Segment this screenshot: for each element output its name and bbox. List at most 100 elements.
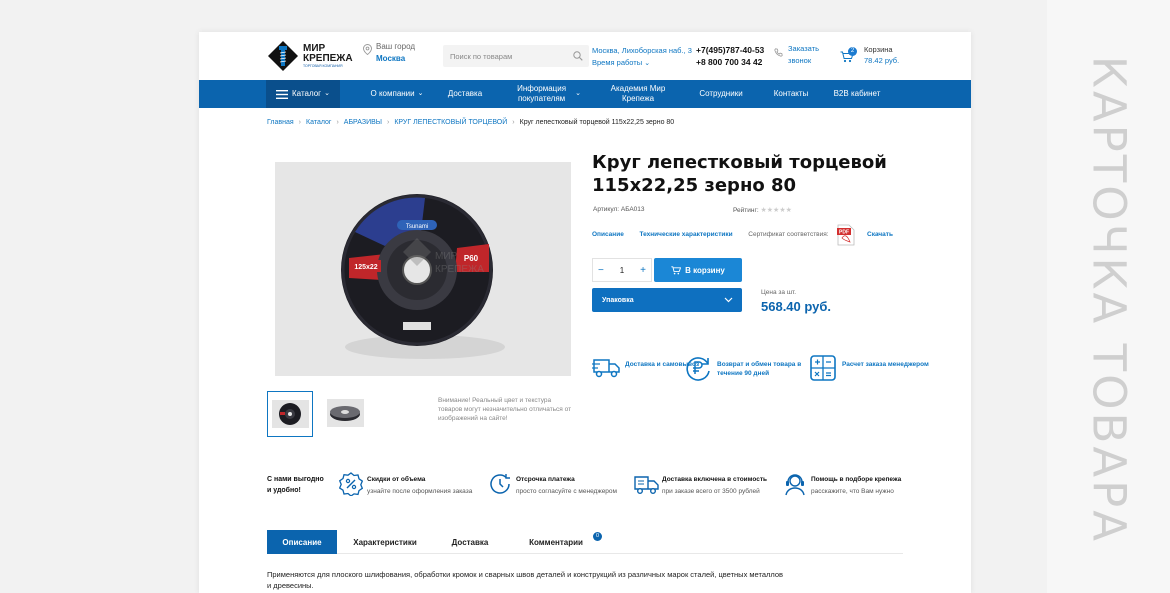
search-icon[interactable]	[573, 51, 583, 61]
article-info: Артикул: АБА013	[593, 206, 645, 213]
work-hours-link[interactable]: Время работы	[592, 58, 642, 67]
benefit-deferral-sub: просто согласуйте с менеджером	[516, 488, 618, 495]
nav-contacts[interactable]: Контакты	[765, 80, 817, 108]
image-notice: Внимание! Реальный цвет и текстура товар…	[438, 397, 572, 422]
calculator-icon	[810, 355, 836, 381]
city-value[interactable]: Москва	[376, 54, 415, 63]
cart-icon	[671, 265, 682, 274]
clock-icon	[490, 474, 510, 494]
nav-academy-label: Академия Мир Крепежа	[610, 84, 666, 103]
quantity-stepper: − 1 +	[592, 258, 652, 282]
benefit-deferral-title: Отсрочка платежа	[516, 476, 575, 483]
product-main-image[interactable]: Tsunami 125x22 P60 МИР КРЕПЕЖА	[275, 162, 571, 376]
feature-return[interactable]: Возврат и обмен товара в течение 90 дней	[684, 354, 809, 382]
svg-text:PDF: PDF	[839, 230, 849, 236]
tab-delivery[interactable]: Доставка	[435, 530, 505, 554]
download-link[interactable]: Скачать	[867, 231, 893, 238]
nav-contacts-label: Контакты	[773, 89, 809, 98]
chevron-down-icon: ⌄	[324, 90, 330, 97]
tab-description[interactable]: Описание	[267, 530, 337, 554]
nav-about-label: О компании	[370, 89, 415, 98]
thumbnail-1[interactable]	[267, 391, 313, 437]
product-title: Круг лепестковый торцевой 115х22,25 зерн…	[592, 152, 887, 196]
city-selector[interactable]: Ваш город Москва	[363, 42, 415, 63]
stage: КАРТОЧКА ТОВАРА МИР КРЕПЕЖА ТОРГОВАЯ КОМ…	[0, 0, 1170, 593]
benefit-discount-title: Скидки от объема	[367, 476, 426, 483]
add-to-cart-label: В корзину	[685, 265, 725, 275]
side-caption: КАРТОЧКА ТОВАРА	[1047, 0, 1170, 593]
disc-size-text: 125x22	[354, 264, 377, 271]
callback-line1: Заказать	[788, 44, 820, 53]
packaging-select[interactable]: Упаковка	[592, 288, 742, 312]
nav-staff-label: Сотрудники	[699, 89, 743, 98]
rating-info: Рейтинг: ★★★★★	[733, 206, 792, 214]
nav-b2b-label: B2B кабинет	[833, 89, 881, 98]
watermark-line2: КРЕПЕЖА	[435, 264, 484, 275]
disc-grit-text: P60	[464, 254, 479, 263]
logo[interactable]: МИР КРЕПЕЖА ТОРГОВАЯ КОМПАНИЯ	[267, 38, 353, 74]
search-input[interactable]	[443, 45, 563, 67]
main-nav: Каталог ⌄ О компании ⌄ Доставка Информац…	[199, 80, 971, 108]
benefit-discount-sub: узнайте после оформления заказа	[367, 488, 473, 495]
packaging-label: Упаковка	[602, 296, 634, 304]
cart-count-badge: 2	[848, 47, 857, 56]
feature-calc[interactable]: Расчет заказа менеджером	[809, 354, 929, 382]
logo-line2: КРЕПЕЖА	[303, 52, 353, 64]
nav-buyers-info-label: Информация покупателям	[517, 84, 567, 103]
nav-catalog[interactable]: Каталог ⌄	[266, 80, 340, 108]
nav-staff[interactable]: Сотрудники	[689, 80, 753, 108]
feature-return-text: Возврат и обмен товара в течение 90 дней	[717, 361, 802, 377]
watermark-line1: МИР	[435, 251, 458, 262]
callback-button[interactable]: Заказать звонок	[774, 43, 819, 67]
logo-icon	[267, 40, 299, 72]
cart-button[interactable]: 2 Корзина 78.42 руб.	[840, 44, 899, 66]
store-address[interactable]: Москва, Лихоборская наб., 3 Время работы…	[592, 45, 692, 70]
truck-icon	[592, 359, 620, 378]
product-page: МИР КРЕПЕЖА ТОРГОВАЯ КОМПАНИЯ Ваш город …	[199, 32, 971, 593]
benefit-help-title: Помощь в подборе крепежа	[811, 476, 902, 483]
link-description[interactable]: Описание	[592, 231, 624, 238]
benefit-delivery-sub: при заказе всего от 3500 рублей	[662, 488, 760, 495]
search-box	[443, 45, 589, 67]
feature-calc-text: Расчет заказа менеджером	[842, 361, 929, 368]
price-value: 568.40 руб.	[761, 299, 832, 314]
nav-delivery[interactable]: Доставка	[439, 80, 491, 108]
quantity-value[interactable]: 1	[620, 266, 624, 275]
nav-buyers-info[interactable]: Информация покупателям ⌄	[511, 80, 581, 108]
support-icon	[785, 474, 805, 496]
nav-about[interactable]: О компании ⌄	[365, 80, 429, 108]
breadcrumb-home[interactable]: Главная	[267, 119, 294, 126]
rating-stars[interactable]: ★★★★★	[760, 207, 791, 214]
flap-disc-image: Tsunami 125x22 P60 МИР КРЕПЕЖА	[341, 194, 505, 359]
pdf-icon[interactable]: PDF	[837, 224, 855, 246]
star-icon[interactable]: ★	[786, 207, 792, 214]
thumbnail-2[interactable]	[323, 391, 369, 437]
add-to-cart-button[interactable]: В корзину	[654, 258, 742, 282]
plus-button[interactable]: +	[640, 265, 646, 276]
article-label: Артикул:	[593, 206, 620, 213]
city-label: Ваш город	[376, 42, 416, 51]
breadcrumb-catalog[interactable]: Каталог	[306, 119, 331, 126]
breadcrumb-category[interactable]: КРУГ ЛЕПЕСТКОВЫЙ ТОРЦЕВОЙ	[394, 119, 507, 126]
thumbnail-disc-side	[330, 406, 360, 421]
link-specs[interactable]: Технические характеристики	[639, 231, 732, 238]
breadcrumb-abrasives[interactable]: АБРАЗИВЫ	[344, 119, 382, 126]
tab-specs[interactable]: Характеристики	[343, 530, 427, 554]
nav-b2b[interactable]: B2B кабинет	[821, 80, 893, 108]
thumbnail-disc-front	[279, 403, 301, 425]
minus-button[interactable]: −	[598, 265, 604, 276]
benefit-help-sub: расскажите, что Вам нужно	[811, 488, 894, 495]
delivery-truck-icon	[634, 476, 659, 495]
logo-tagline: ТОРГОВАЯ КОМПАНИЯ	[303, 63, 343, 68]
address-text: Москва, Лихоборская наб., 3	[592, 46, 692, 55]
chevron-down-icon	[724, 297, 733, 303]
phone-primary[interactable]: +7(495)787-40-53	[696, 44, 764, 56]
phone-secondary[interactable]: +8 800 700 34 42	[696, 56, 764, 68]
breadcrumb: Главная › Каталог › АБРАЗИВЫ › КРУГ ЛЕПЕСТКОВЫ…	[267, 119, 675, 126]
tab-comments[interactable]: Комментарии	[511, 530, 601, 554]
price-label: Цена за шт.	[761, 289, 797, 296]
disc-brand-text: Tsunami	[406, 224, 428, 230]
phones: +7(495)787-40-53 +8 800 700 34 42	[696, 44, 764, 68]
nav-academy[interactable]: Академия Мир Крепежа	[599, 80, 677, 108]
article-value: АБА013	[620, 206, 645, 213]
